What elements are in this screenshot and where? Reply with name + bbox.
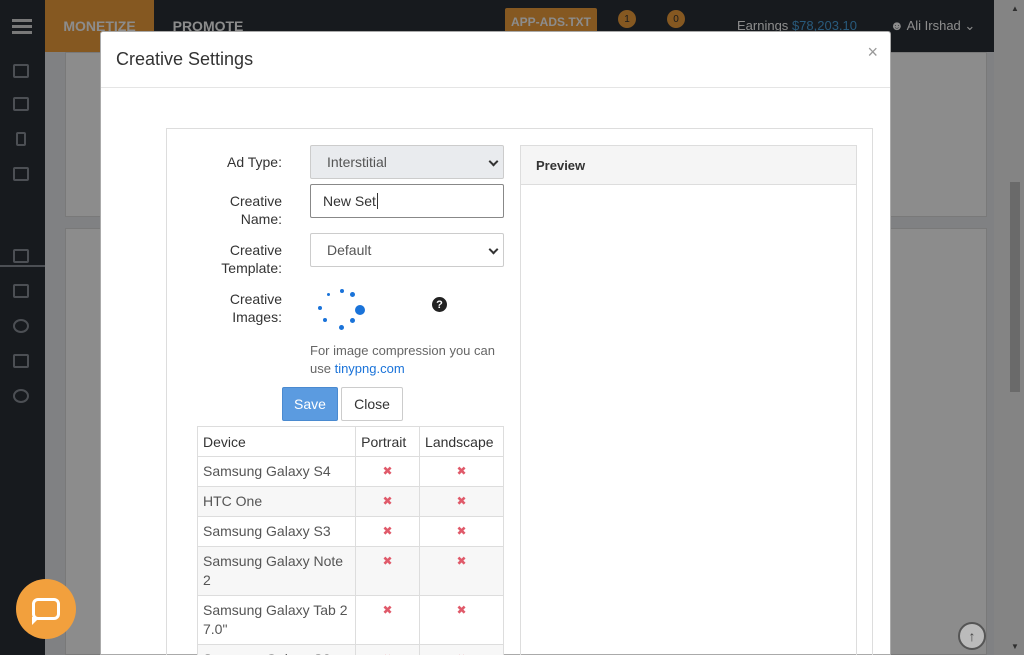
ad-type-value: Interstitial <box>327 154 387 170</box>
scroll-to-top-icon[interactable]: ↑ <box>958 622 986 650</box>
creative-name-label-line1: Creative <box>229 193 282 209</box>
portrait-status: ✖ <box>355 546 421 596</box>
device-name: Samsung Galaxy S3 <box>196 516 357 547</box>
modal-header: Creative Settings × <box>101 32 890 88</box>
landscape-status: ✖ <box>419 595 504 645</box>
x-mark-icon: ✖ <box>456 494 467 508</box>
x-mark-icon: ✖ <box>361 650 414 655</box>
image-compression-hint: For image compression you can use tinypn… <box>310 342 510 378</box>
chevron-down-icon <box>488 244 499 255</box>
x-mark-icon: ✖ <box>382 464 393 478</box>
table-header-row: Device Portrait Landscape <box>196 426 504 457</box>
creative-template-label: Creative Template: <box>167 241 282 277</box>
ad-type-label: Ad Type: <box>226 154 282 170</box>
chat-widget-button[interactable] <box>16 579 76 639</box>
creative-name-value: New Set <box>323 193 376 209</box>
device-table: Device Portrait Landscape Samsung Galaxy… <box>196 426 504 655</box>
creative-name-input[interactable]: New Set <box>310 184 504 218</box>
creative-name-label-line2: Name: <box>240 211 282 227</box>
portrait-status: ✖ <box>355 644 421 655</box>
device-name: Samsung Galaxy Tab 2 7.0" <box>196 595 357 645</box>
x-mark-icon: ✖ <box>456 554 467 568</box>
x-mark-icon: ✖ <box>382 554 393 568</box>
creative-images-label-line2: Images: <box>232 309 282 325</box>
portrait-status: ✖ <box>355 456 421 487</box>
x-mark-icon: ✖ <box>382 524 393 538</box>
save-button[interactable]: Save <box>282 387 338 421</box>
table-row: Samsung Galaxy S4 ✖ ✖ <box>196 456 504 487</box>
x-mark-icon: ✖ <box>456 603 467 617</box>
device-name: Samsung Galaxy Note 2 <box>196 546 357 596</box>
column-header-portrait: Portrait <box>355 426 421 457</box>
landscape-status: ✖ <box>419 644 504 655</box>
x-mark-icon: ✖ <box>382 494 393 508</box>
creative-template-select[interactable]: Default <box>310 233 504 267</box>
x-mark-icon: ✖ <box>382 603 393 617</box>
creative-settings-modal: Creative Settings × Ad Type: Interstitia… <box>100 31 891 655</box>
close-button[interactable]: Close <box>341 387 403 421</box>
device-name: Samsung Galaxy S4 <box>196 456 357 487</box>
x-mark-icon: ✖ <box>456 524 467 538</box>
help-icon[interactable]: ? <box>432 297 447 312</box>
x-mark-icon: ✖ <box>425 650 498 655</box>
creative-template-label-line2: Template: <box>221 260 282 276</box>
chevron-down-icon <box>488 156 499 167</box>
creative-images-label: Creative Images: <box>167 290 282 326</box>
table-row: Samsung Galaxy S3 ✖ ✖ <box>196 516 504 547</box>
device-name: HTC One <box>196 486 357 517</box>
creative-form-panel: Ad Type: Interstitial Creative Name: New… <box>166 128 873 655</box>
creative-images-label-line1: Creative <box>229 291 282 307</box>
table-row: HTC One ✖ ✖ <box>196 486 504 517</box>
text-cursor <box>376 193 378 209</box>
portrait-status: ✖ <box>355 486 421 517</box>
device-name: Samsung Galaxy S2 <box>196 644 357 655</box>
creative-template-value: Default <box>327 242 372 258</box>
portrait-status: ✖ <box>355 595 421 645</box>
preview-panel: Preview <box>520 145 857 655</box>
close-icon[interactable]: × <box>867 42 878 63</box>
table-row: Samsung Galaxy Tab 2 7.0" ✖ ✖ <box>196 595 504 645</box>
table-row: Samsung Galaxy S2 ✖ ✖ <box>196 644 504 655</box>
x-mark-icon: ✖ <box>456 464 467 478</box>
preview-title: Preview <box>521 146 856 185</box>
table-row: Samsung Galaxy Note 2 ✖ ✖ <box>196 546 504 596</box>
column-header-landscape: Landscape <box>419 426 504 457</box>
chat-bubble-icon <box>32 598 60 620</box>
ad-type-select[interactable]: Interstitial <box>310 145 504 179</box>
portrait-status: ✖ <box>355 516 421 547</box>
creative-template-label-line1: Creative <box>229 242 282 258</box>
landscape-status: ✖ <box>419 546 504 596</box>
modal-title: Creative Settings <box>116 49 254 69</box>
creative-name-label: Creative Name: <box>167 192 282 228</box>
landscape-status: ✖ <box>419 486 504 517</box>
column-header-device: Device <box>196 426 357 457</box>
tinypng-link[interactable]: tinypng.com <box>335 361 405 376</box>
landscape-status: ✖ <box>419 456 504 487</box>
landscape-status: ✖ <box>419 516 504 547</box>
